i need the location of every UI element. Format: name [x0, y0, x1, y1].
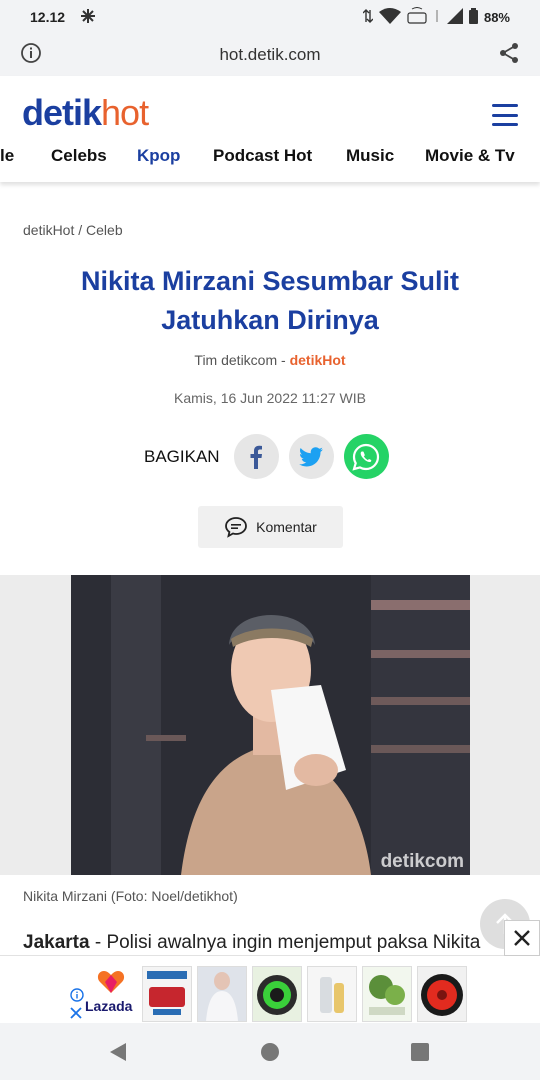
ad-brand: Lazada [85, 998, 133, 1014]
whatsapp-icon [352, 443, 380, 471]
nav-item-music[interactable]: Music [346, 146, 394, 166]
byline-separator: - [277, 352, 290, 368]
share-bar: BAGIKAN [144, 434, 399, 479]
publish-date: Kamis, 16 Jun 2022 11:27 WIB [174, 390, 366, 406]
article-lead: Jakarta - Polisi awalnya ingin menjemput… [23, 932, 523, 954]
wifi-icon [378, 7, 401, 27]
logo-part-hot: hot [101, 92, 149, 133]
signal-arrows-icon [433, 8, 441, 27]
nav-item-kpop[interactable]: Kpop [137, 146, 180, 166]
site-info-icon[interactable] [20, 42, 42, 69]
nav-item-partial[interactable]: le [0, 146, 14, 166]
category-nav: le Celebs Kpop Podcast Hot Music Movie &… [0, 144, 540, 170]
home-icon[interactable] [260, 1042, 280, 1067]
logo-part-detik: detik [22, 92, 102, 133]
ad-product-thumb[interactable] [197, 966, 247, 1022]
byline: Tim detikcom - detikHot [0, 352, 540, 368]
ad-product-thumb[interactable] [362, 966, 412, 1022]
photo-container: detikcom [0, 575, 540, 875]
facebook-icon [250, 445, 263, 469]
facebook-share-button[interactable] [233, 434, 279, 479]
comment-button[interactable]: Komentar [198, 506, 343, 548]
lead-dateline: Jakarta [23, 932, 90, 953]
article-photo[interactable]: detikcom [71, 575, 470, 875]
nav-item-movie-tv[interactable]: Movie & Tv [425, 146, 515, 166]
app-notification-icon [79, 7, 97, 28]
ad-choices-icon[interactable] [70, 988, 84, 1005]
share-page-icon[interactable] [498, 42, 520, 69]
article-title: Nikita Mirzani Sesumbar Sulit Jatuhkan D… [80, 266, 460, 335]
lead-text: - Polisi awalnya ingin menjemput paksa N… [89, 932, 481, 953]
site-logo[interactable]: detikhot [22, 92, 149, 134]
author: Tim detikcom [194, 352, 278, 368]
nav-item-celebs[interactable]: Celebs [51, 146, 107, 166]
source-link[interactable]: detikHot [290, 352, 346, 368]
url-text[interactable]: hot.detik.com [42, 45, 498, 65]
breadcrumb[interactable]: detikHot / Celeb [23, 222, 123, 238]
twitter-icon [299, 446, 324, 466]
ad-product-thumb[interactable] [142, 966, 192, 1022]
data-arrows-icon [362, 8, 374, 27]
status-bar: 12.12 88% [0, 0, 540, 34]
lazada-heart-icon [97, 968, 125, 999]
twitter-share-button[interactable] [288, 434, 334, 479]
recents-icon[interactable] [411, 1043, 429, 1066]
back-icon[interactable] [108, 1041, 128, 1068]
ad-dismiss-icon[interactable] [70, 1006, 82, 1024]
ad-product-thumb[interactable] [417, 966, 467, 1022]
menu-icon[interactable] [492, 104, 518, 126]
comment-label: Komentar [256, 519, 317, 535]
site-header: detikhot le Celebs Kpop Podcast Hot Musi… [0, 76, 540, 182]
ad-product-thumb[interactable] [252, 966, 302, 1022]
volte-icon [407, 6, 427, 28]
battery-icon [468, 7, 478, 27]
close-icon [514, 930, 530, 946]
ad-banner[interactable]: Lazada [0, 920, 540, 1024]
ad-product-thumb[interactable] [307, 966, 357, 1022]
photo-caption: Nikita Mirzani (Foto: Noel/detikhot) [23, 888, 238, 904]
nav-item-podcast-hot[interactable]: Podcast Hot [213, 146, 312, 166]
status-time: 12.12 [30, 9, 66, 25]
battery-percentage: 88% [483, 9, 510, 25]
whatsapp-share-button[interactable] [343, 434, 389, 479]
system-navigation-bar [0, 1023, 540, 1080]
ad-close-button[interactable] [504, 920, 540, 956]
share-label: BAGIKAN [144, 446, 220, 466]
browser-url-bar: hot.detik.com [0, 34, 540, 76]
signal-icon [446, 7, 463, 27]
comment-icon [225, 517, 248, 538]
photo-watermark: detikcom [380, 851, 464, 872]
